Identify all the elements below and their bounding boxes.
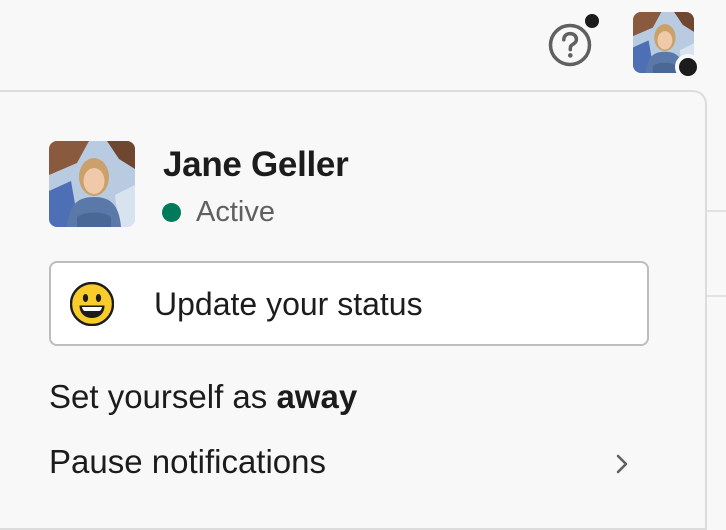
grinning-face-emoji-icon	[70, 282, 114, 326]
avatar-status-dot	[675, 54, 701, 80]
presence-indicator: Active	[162, 194, 275, 230]
profile-avatar	[49, 141, 135, 227]
set-away-prefix: Set yourself as	[49, 378, 277, 415]
chevron-right-icon	[616, 454, 628, 474]
presence-label: Active	[196, 196, 275, 228]
help-notification-dot	[582, 11, 602, 31]
pause-notifications-item[interactable]: Pause notifications	[49, 441, 326, 483]
divider	[706, 295, 726, 297]
update-status-button[interactable]: Update your status	[49, 261, 649, 346]
pause-notifications-label: Pause notifications	[49, 443, 327, 480]
avatar	[49, 141, 135, 227]
set-away-item[interactable]: Set yourself as away	[49, 376, 357, 418]
user-name: Jane Geller	[163, 145, 349, 184]
set-away-emphasis: away	[276, 378, 358, 415]
presence-dot	[162, 202, 181, 222]
side-strip	[706, 92, 726, 512]
update-status-label: Update your status	[154, 286, 423, 322]
top-bar	[0, 0, 726, 92]
divider	[706, 210, 726, 212]
